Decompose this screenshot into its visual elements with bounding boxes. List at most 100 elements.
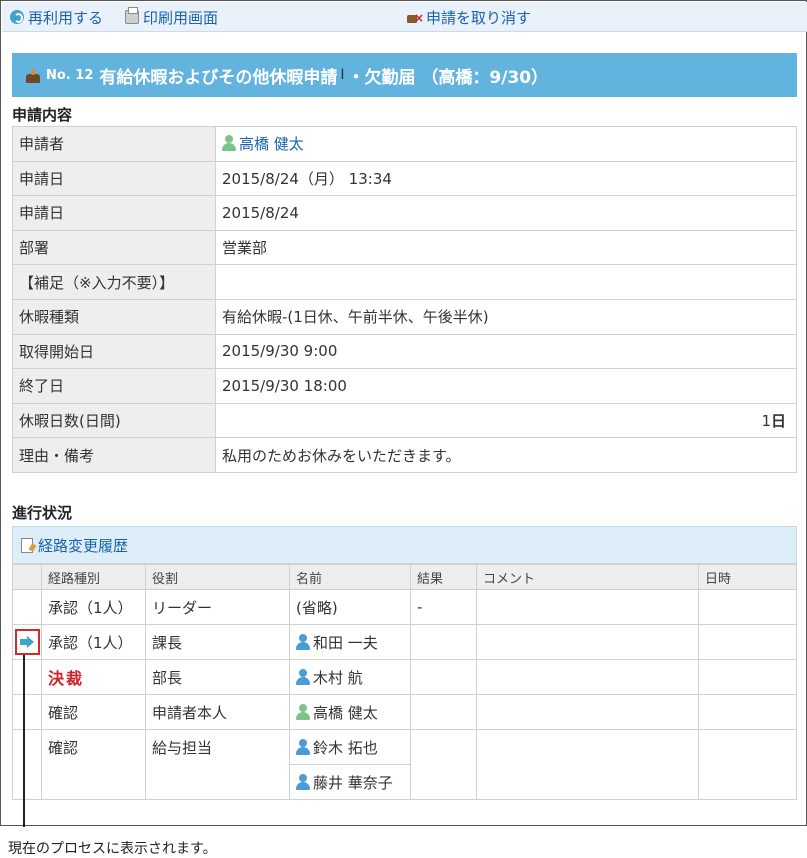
row-value: 営業部: [215, 229, 797, 266]
row-label: 部署: [12, 229, 216, 266]
table-row: 終了日 2015/9/30 18:00: [12, 368, 797, 404]
table-row: 部署 営業部: [12, 229, 797, 266]
route-table: 経路種別 役割 名前 結果 コメント 日時 承認（1人） リーダー (省略) -: [12, 564, 797, 800]
user-icon: [296, 703, 310, 720]
table-row: 申請者 高橋 健太: [12, 126, 797, 162]
row-label: 取得開始日: [12, 333, 216, 370]
result: -: [410, 589, 477, 625]
route-type: 確認: [41, 694, 146, 730]
applicant-link[interactable]: 高橋 健太: [239, 135, 304, 153]
route-history-label: 経路変更履歴: [38, 536, 129, 555]
approver-name-text: 高橋 健太: [313, 703, 378, 722]
approver-name: 鈴木 拓也: [289, 729, 411, 765]
table-row: 休暇種類 有給休暇-(1日休、午前半休、午後半休): [12, 298, 797, 335]
application-title-bar: No. 12 有給休暇およびその他休暇申請 I ・欠勤届 （高橋：9/30）: [12, 53, 797, 97]
user-icon: [296, 738, 310, 755]
approver-name: 高橋 健太: [289, 694, 411, 730]
printer-icon: [125, 7, 139, 24]
row-value: [215, 264, 797, 300]
cancel-application-icon: [406, 10, 424, 24]
table-row: 承認（1人） 課長 和田 一夫: [12, 624, 797, 660]
application-number: No. 12: [46, 67, 94, 83]
result: [410, 694, 477, 730]
row-label: 休暇種類: [12, 298, 216, 335]
table-row: 理由・備考 私用のためお休みをいただきます。: [12, 437, 797, 473]
cancel-application-button[interactable]: 申請を取り消す: [406, 6, 531, 28]
table-row: 申請日 2015/8/24: [12, 195, 797, 231]
final-approval-stamp: 決裁: [48, 669, 85, 688]
role: 部長: [145, 659, 290, 695]
approver-name: 和田 一夫: [289, 624, 411, 660]
header-comment: コメント: [476, 564, 699, 590]
reuse-icon: [10, 10, 24, 24]
row-value: 2015/9/30 9:00: [215, 333, 797, 370]
row-value: 私用のためお休みをいただきます。: [215, 437, 797, 473]
approver-name: (省略): [289, 589, 411, 625]
header-datetime: 日時: [698, 564, 797, 590]
user-icon: [222, 135, 236, 152]
approver-name-text: 藤井 華奈子: [313, 773, 393, 792]
approver-name-text: 鈴木 拓也: [313, 738, 378, 757]
role: リーダー: [145, 589, 290, 625]
approver-name: 木村 航: [289, 659, 411, 695]
datetime: [698, 589, 797, 625]
marker-cell: [12, 729, 42, 800]
comment: [476, 729, 699, 800]
row-value: 2015/9/30 18:00: [215, 368, 797, 404]
cancel-application-label: 申請を取り消す: [426, 8, 532, 27]
document-icon: [21, 537, 33, 553]
comment: [476, 694, 699, 730]
user-icon: [296, 773, 310, 790]
application-title: 有給休暇およびその他休暇申請: [99, 67, 338, 88]
user-icon: [296, 668, 310, 685]
row-label: 申請日: [12, 160, 216, 197]
toolbar: 再利用する 印刷用画面 申請を取り消す: [2, 2, 807, 32]
callout-text: 現在のプロセスに表示されます。: [8, 841, 217, 857]
reuse-label: 再利用する: [28, 8, 104, 27]
result: [410, 659, 477, 695]
progress-section-title: 進行状況: [12, 504, 73, 522]
approver-name-text: 和田 一夫: [313, 633, 378, 652]
route-header-row: 経路種別 役割 名前 結果 コメント 日時: [12, 564, 797, 590]
leave-days-number: 1: [761, 412, 771, 431]
details-section-title: 申請内容: [12, 106, 73, 124]
application-title-suffix: ・欠勤届 （高橋：9/30）: [347, 67, 549, 88]
row-value: 有給休暇-(1日休、午前半休、午後半休): [215, 298, 797, 335]
marker-cell: [12, 694, 42, 730]
row-value: 2015/8/24（月） 13:34: [215, 160, 797, 197]
route-type: 承認（1人）: [41, 624, 146, 660]
comment: [476, 589, 699, 625]
applicant-value: 高橋 健太: [215, 126, 797, 162]
role: 給与担当: [145, 729, 290, 800]
row-label: 休暇日数(日間): [12, 402, 216, 439]
table-row: 申請日 2015/8/24（月） 13:34: [12, 160, 797, 197]
row-label: 理由・備考: [12, 437, 216, 473]
role: 申請者本人: [145, 694, 290, 730]
approver-name: 藤井 華奈子: [289, 764, 411, 800]
table-row: 休暇日数(日間) 1日: [12, 402, 797, 439]
row-label: 終了日: [12, 368, 216, 404]
text-cursor-icon: I: [340, 67, 345, 83]
current-process-arrow-icon: [20, 636, 34, 648]
datetime: [698, 729, 797, 800]
print-view-button[interactable]: 印刷用画面: [125, 6, 218, 28]
route-type: 決裁: [41, 659, 146, 695]
table-row: 決裁 部長 木村 航: [12, 659, 797, 695]
route-type: 承認（1人）: [41, 589, 146, 625]
header-marker: [12, 564, 42, 590]
header-role: 役割: [145, 564, 290, 590]
comment: [476, 659, 699, 695]
result: [410, 624, 477, 660]
details-table: 申請者 高橋 健太 申請日 2015/8/24（月） 13:34 申請日 201…: [12, 126, 797, 473]
leave-days-value: 1日: [215, 402, 797, 439]
table-row: 確認 給与担当 鈴木 拓也: [12, 729, 797, 800]
user-icon: [296, 633, 310, 650]
route-history-link[interactable]: 経路変更履歴: [12, 526, 797, 564]
header-name: 名前: [289, 564, 411, 590]
table-row: 取得開始日 2015/9/30 9:00: [12, 333, 797, 370]
table-row: 【補足（※入力不要）】: [12, 264, 797, 300]
marker-cell: [12, 624, 42, 660]
marker-cell: [12, 589, 42, 625]
reuse-button[interactable]: 再利用する: [10, 6, 103, 28]
route-type: 確認: [41, 729, 146, 800]
